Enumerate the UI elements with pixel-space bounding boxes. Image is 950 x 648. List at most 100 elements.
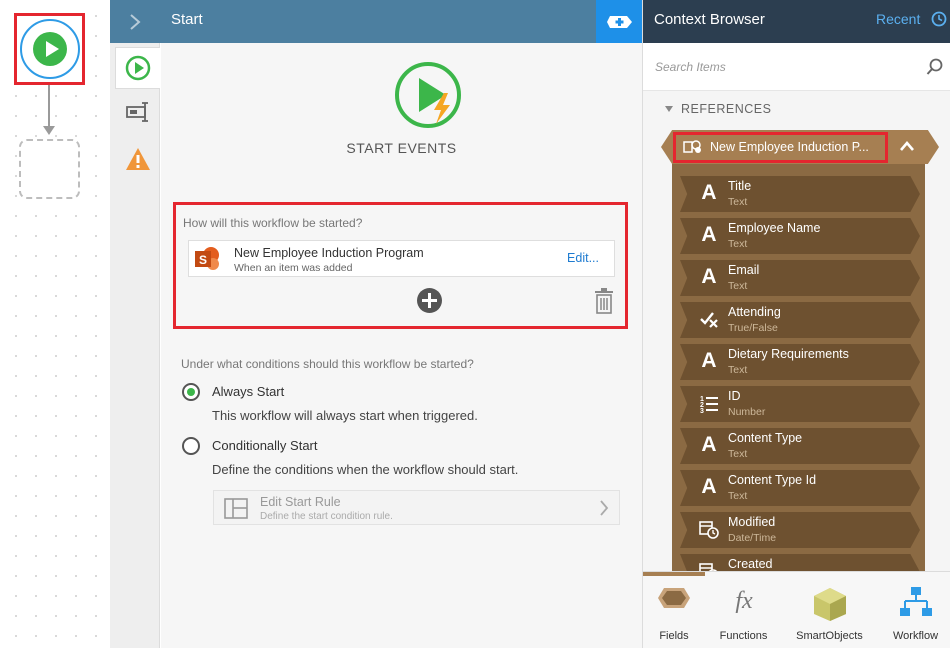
datetime-icon — [698, 518, 720, 540]
edit-start-rule-button[interactable]: Edit Start Rule Define the start conditi… — [213, 490, 620, 525]
field-name: Title — [728, 179, 752, 193]
svg-text:fx: fx — [735, 588, 753, 614]
panel-title: Start — [171, 11, 203, 28]
chevron-right-icon — [600, 500, 609, 516]
play-circle-icon — [125, 55, 151, 81]
field-type: True/False — [728, 322, 778, 334]
start-events-panel: START EVENTS How will this workflow be s… — [161, 43, 642, 648]
empty-step-placeholder[interactable] — [19, 139, 80, 199]
text-icon: A — [701, 265, 717, 288]
text-icon: A — [701, 433, 717, 456]
tab-functions[interactable]: fx Functions — [705, 572, 782, 648]
always-start-label: Always Start — [212, 384, 285, 399]
play-icon — [32, 32, 67, 66]
field-name: Employee Name — [728, 221, 821, 235]
sharepoint-list-icon — [683, 140, 701, 153]
sharepoint-icon: S — [195, 247, 219, 270]
trigger-name: New Employee Induction Program — [234, 246, 424, 260]
workflow-icon — [899, 587, 932, 616]
field-name: Content Type — [728, 431, 803, 445]
trigger-question: How will this workflow be started? — [183, 216, 363, 230]
field-name: Attending — [728, 305, 781, 319]
connector-line — [48, 85, 50, 129]
field-item[interactable]: A Email Text — [680, 260, 920, 296]
trigger-card[interactable]: S New Employee Induction Program When an… — [188, 240, 615, 277]
always-start-radio[interactable] — [182, 383, 200, 401]
always-start-description: This workflow will always start when tri… — [212, 408, 478, 423]
context-browser-title: Context Browser — [654, 11, 765, 28]
tab-workflow[interactable]: Workflow — [877, 572, 950, 648]
field-type: Text — [728, 196, 748, 208]
field-item[interactable]: A Content Type Id Text — [680, 470, 920, 506]
text-field-icon — [125, 102, 148, 122]
reference-label: New Employee Induction P... — [710, 140, 869, 154]
fields-icon — [658, 588, 690, 608]
start-node-circle — [19, 19, 80, 79]
field-name: Dietary Requirements — [728, 347, 849, 361]
conditionally-start-description: Define the conditions when the workflow … — [212, 462, 519, 477]
start-event-lightning-icon — [395, 62, 461, 128]
field-item[interactable]: A Content Type Text — [680, 428, 920, 464]
search-items-input[interactable]: Search Items — [643, 43, 950, 91]
field-name: Content Type Id — [728, 473, 817, 487]
conditions-question: Under what conditions should this workfl… — [181, 357, 474, 371]
field-name: Modified — [728, 515, 776, 529]
trash-icon[interactable] — [594, 288, 614, 314]
field-type: Text — [728, 448, 748, 460]
svg-text:3: 3 — [700, 408, 704, 413]
rule-title: Edit Start Rule — [260, 495, 341, 509]
field-item[interactable]: A Title Text — [680, 176, 920, 212]
functions-icon: fx — [735, 588, 753, 614]
chevron-right-icon — [130, 13, 141, 30]
references-heading: REFERENCES — [681, 102, 772, 116]
field-type: Text — [728, 238, 748, 250]
add-trigger-button[interactable] — [417, 288, 442, 313]
conditionally-start-radio[interactable] — [182, 437, 200, 455]
context-browser-header: Context Browser Recent — [643, 0, 950, 43]
text-icon: A — [701, 223, 717, 246]
tab-properties[interactable] — [115, 91, 160, 133]
collapse-button[interactable] — [110, 0, 160, 43]
field-item[interactable]: A Employee Name Text — [680, 218, 920, 254]
field-name: ID — [728, 389, 741, 403]
field-item[interactable]: Modified Date/Time — [680, 512, 920, 548]
tab-fields[interactable]: Fields — [643, 572, 705, 648]
collapse-caret-icon[interactable] — [665, 106, 673, 112]
field-item[interactable]: Attending True/False — [680, 302, 920, 338]
field-item[interactable]: A Dietary Requirements Text — [680, 344, 920, 380]
tab-label: Fields — [659, 630, 689, 642]
text-icon: A — [701, 475, 717, 498]
workflow-canvas[interactable] — [0, 0, 110, 648]
properties-tab-rail — [110, 43, 160, 648]
tab-start[interactable] — [115, 47, 160, 89]
section-title: START EVENTS — [346, 140, 457, 156]
field-item[interactable]: 1 2 3 ID Number — [680, 386, 920, 422]
boolean-icon — [698, 308, 720, 330]
context-browser: Context Browser Recent Search Items REFE… — [642, 0, 950, 648]
text-icon: A — [701, 349, 717, 372]
add-step-button[interactable] — [596, 0, 643, 43]
field-name: Created — [728, 557, 773, 571]
trigger-section: How will this workflow be started? S New… — [173, 202, 628, 329]
tab-label: Functions — [719, 630, 768, 642]
tab-smartobjects[interactable]: SmartObjects — [791, 572, 868, 648]
field-type: Text — [728, 364, 748, 376]
tab-label: Workflow — [892, 630, 939, 642]
field-type: Text — [728, 490, 748, 502]
start-node[interactable] — [14, 13, 85, 85]
clock-icon[interactable] — [931, 11, 947, 27]
conditionally-start-label: Conditionally Start — [212, 438, 318, 453]
field-type: Text — [728, 280, 748, 292]
field-type: Number — [728, 406, 766, 418]
edit-trigger-link[interactable]: Edit... — [567, 251, 599, 265]
smartobjects-icon — [813, 588, 846, 621]
rule-layout-icon — [224, 498, 248, 519]
search-icon[interactable] — [926, 58, 944, 76]
recent-link[interactable]: Recent — [876, 11, 920, 27]
properties-header: Start — [110, 0, 596, 43]
text-icon: A — [701, 181, 717, 204]
plus-icon — [422, 293, 437, 308]
rule-subtitle: Define the start condition rule. — [260, 511, 393, 522]
trigger-subtitle: When an item was added — [234, 262, 353, 274]
chevron-up-icon[interactable] — [899, 140, 915, 152]
